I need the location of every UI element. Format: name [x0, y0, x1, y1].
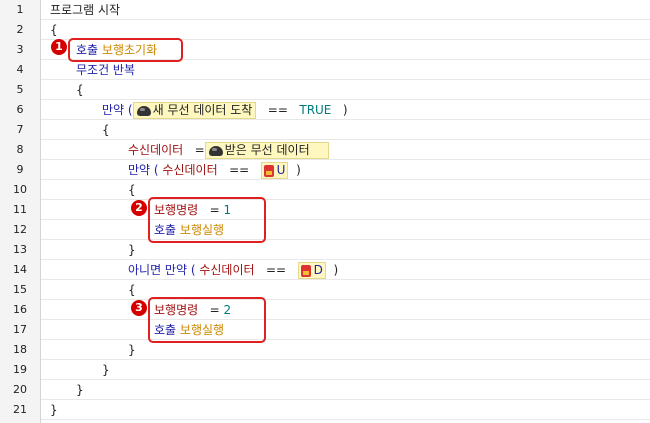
key-d-chip[interactable]: D [297, 262, 326, 279]
equals-operator: == [267, 103, 288, 117]
loop-keyword: 무조건 반복 [76, 63, 136, 77]
if-statement: 만약 ( 수신데이터 == U ) [128, 160, 301, 180]
code-line[interactable]: 4 무조건 반복 [0, 60, 650, 80]
close-brace: } [128, 243, 136, 257]
line-number: 15 [13, 283, 27, 296]
code-line[interactable]: 11 보행명령 = 1 [0, 200, 650, 220]
if-keyword: 만약 ( [128, 163, 159, 177]
key-icon [300, 264, 311, 277]
line-number: 1 [16, 3, 24, 16]
close-brace: } [128, 343, 136, 357]
line-number: 20 [13, 383, 27, 396]
line-number: 10 [13, 183, 27, 196]
true-constant: TRUE [299, 103, 332, 117]
line-number: 16 [13, 303, 27, 316]
line-number: 14 [13, 263, 27, 276]
program-start: 프로그램 시작 [50, 3, 121, 17]
open-brace: { [50, 23, 58, 37]
open-brace: { [128, 283, 136, 297]
code-editor: 1 프로그램 시작 2 { 3 호출 보행초기화 4 무조건 반복 5 { 6 … [0, 0, 650, 423]
code-line[interactable]: 18 } [0, 340, 650, 360]
code-line[interactable]: 20 } [0, 380, 650, 400]
code-line[interactable]: 14 아니면 만약 ( 수신데이터 == D ) [0, 260, 650, 280]
code-line[interactable]: 2 { [0, 20, 650, 40]
line-number: 12 [13, 223, 27, 236]
code-line[interactable]: 5 { [0, 80, 650, 100]
code-line[interactable]: 10 { [0, 180, 650, 200]
if-keyword: 만약 ( [102, 103, 133, 117]
line-number: 9 [16, 163, 24, 176]
line-number: 4 [16, 63, 24, 76]
highlight-box-1 [68, 38, 183, 62]
else-if-statement: 아니면 만약 ( 수신데이터 == D ) [128, 260, 338, 280]
line-number: 5 [16, 83, 24, 96]
badge-3: 3 [131, 300, 147, 316]
if-statement: 만약 (새 무선 데이터 도착 == TRUE ) [102, 100, 348, 120]
assign-operator: = [194, 143, 205, 157]
code-line[interactable]: 6 만약 (새 무선 데이터 도착 == TRUE ) [0, 100, 650, 120]
key-u-chip[interactable]: U [260, 162, 289, 179]
paren-close: ) [333, 263, 339, 277]
line-number: 8 [16, 143, 24, 156]
badge-1: 1 [51, 39, 67, 55]
else-if-keyword: 아니면 만약 ( [128, 263, 196, 277]
line-number: 6 [16, 103, 24, 116]
line-number: 19 [13, 363, 27, 376]
code-line[interactable]: 7 { [0, 120, 650, 140]
line-number: 18 [13, 343, 27, 356]
line-number: 11 [13, 203, 27, 216]
equals-operator: == [229, 163, 250, 177]
open-brace: { [102, 123, 110, 137]
line-number: 7 [16, 123, 24, 136]
highlight-box-3 [148, 297, 266, 343]
key-icon [263, 164, 274, 177]
code-line[interactable]: 8 수신데이터 = 받은 무선 데이터 [0, 140, 650, 160]
recv-data-variable: 수신데이터 [199, 263, 255, 277]
equals-operator: == [266, 263, 287, 277]
mouse-icon [136, 105, 151, 116]
close-brace: } [102, 363, 110, 377]
code-line[interactable]: 1 프로그램 시작 [0, 0, 650, 20]
paren-close: ) [296, 163, 301, 177]
received-wireless-chip[interactable]: 받은 무선 데이터 [204, 142, 329, 159]
highlight-box-2 [148, 197, 266, 243]
code-line[interactable]: 9 만약 ( 수신데이터 == U ) [0, 160, 650, 180]
line-number: 13 [13, 243, 27, 256]
code-line[interactable]: 13 } [0, 240, 650, 260]
new-data-arrived-chip[interactable]: 새 무선 데이터 도착 [132, 102, 257, 119]
code-line[interactable]: 19 } [0, 360, 650, 380]
line-number: 17 [13, 323, 27, 336]
mouse-icon [208, 145, 223, 156]
code-line[interactable]: 15 { [0, 280, 650, 300]
close-brace: } [76, 383, 84, 397]
code-line[interactable]: 21 } [0, 400, 650, 420]
code-line[interactable]: 16 보행명령 = 2 [0, 300, 650, 320]
recv-data-variable: 수신데이터 [162, 163, 218, 177]
code-line[interactable]: 17 호출 보행실행 [0, 320, 650, 340]
badge-2: 2 [131, 200, 147, 216]
line-number: 21 [13, 403, 27, 416]
close-brace: } [50, 403, 58, 417]
line-number: 3 [16, 43, 24, 56]
open-brace: { [128, 183, 136, 197]
line-number: 2 [16, 23, 24, 36]
open-brace: { [76, 83, 84, 97]
recv-data-variable: 수신데이터 [128, 143, 184, 157]
assign-statement: 수신데이터 = 받은 무선 데이터 [128, 140, 329, 160]
code-line[interactable]: 12 호출 보행실행 [0, 220, 650, 240]
paren-close: ) [342, 103, 348, 117]
